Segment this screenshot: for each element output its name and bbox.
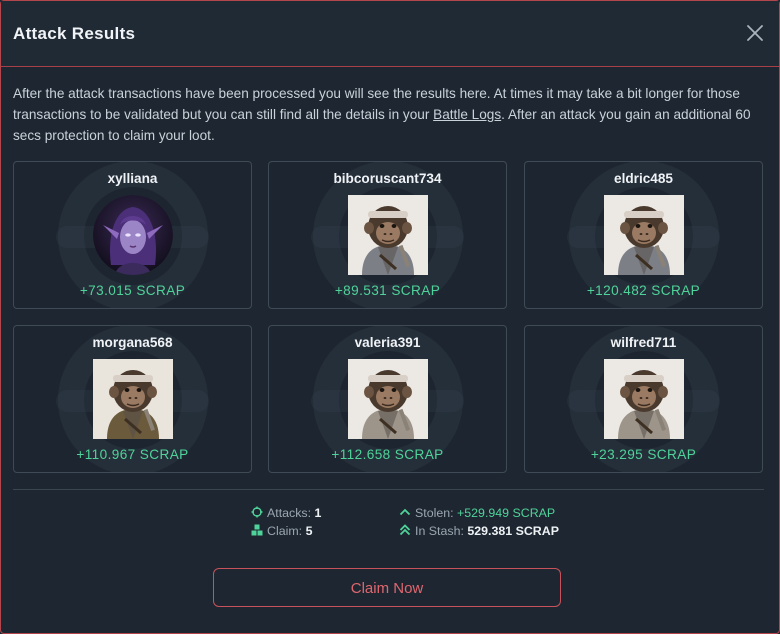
- scrap-gain: +112.658 SCRAP: [331, 447, 444, 462]
- results-description: After the attack transactions have been …: [13, 83, 765, 146]
- attacks-value: 1: [314, 506, 322, 520]
- monkey-avatar: [603, 359, 684, 439]
- result-card: bibcoruscant734 +89.531 SCRAP: [268, 161, 507, 309]
- monkey-avatar: [347, 359, 428, 439]
- player-name: valeria391: [354, 335, 421, 350]
- result-card: valeria391 +112.658 SCRAP: [268, 325, 507, 473]
- player-name: eldric485: [614, 171, 673, 186]
- result-card: wilfred711 +23.295 SCRAP: [524, 325, 763, 473]
- scrap-gain: +23.295 SCRAP: [590, 447, 697, 462]
- scrap-gain: +73.015 SCRAP: [79, 283, 186, 298]
- claim-now-button[interactable]: Claim Now: [213, 568, 561, 607]
- stash-label: In Stash:: [415, 524, 464, 538]
- claim-value: 5: [305, 524, 313, 538]
- attacks-label: Attacks:: [267, 506, 312, 520]
- elf-avatar: [92, 195, 173, 275]
- crosshair-icon: [251, 506, 263, 518]
- stash-value: 529.381 SCRAP: [467, 524, 559, 538]
- boxes-icon: [251, 524, 263, 536]
- stolen-label: Stolen:: [415, 506, 454, 520]
- result-card: xylliana +73.015 SCRAP: [13, 161, 252, 309]
- modal-header: Attack Results: [1, 1, 779, 67]
- result-card: eldric485 +120.482 SCRAP: [524, 161, 763, 309]
- monkey-avatar: [92, 359, 173, 439]
- attacks-stat: Attacks: 1: [251, 506, 321, 524]
- player-name: morgana568: [92, 335, 173, 350]
- player-name: wilfred711: [610, 335, 677, 350]
- stolen-stat: Stolen: +529.949 SCRAP: [399, 506, 555, 524]
- close-icon[interactable]: [745, 23, 765, 43]
- scrap-gain: +89.531 SCRAP: [334, 283, 441, 298]
- attack-results-modal: Attack Results After the attack transact…: [0, 0, 780, 634]
- stats-summary: Attacks: 1 Claim: 5 Stolen: +529.949 SCR…: [1, 506, 780, 546]
- divider: [13, 489, 764, 490]
- claim-label: Claim:: [267, 524, 303, 538]
- result-card: morgana568 +110.967 SCRAP: [13, 325, 252, 473]
- stash-stat: In Stash: 529.381 SCRAP: [399, 524, 559, 542]
- monkey-avatar: [603, 195, 684, 275]
- claim-stat: Claim: 5: [251, 524, 312, 542]
- player-name: xylliana: [107, 171, 158, 186]
- chevron-up-icon: [399, 506, 411, 518]
- modal-title: Attack Results: [13, 24, 136, 43]
- player-name: bibcoruscant734: [333, 171, 442, 186]
- scrap-gain: +120.482 SCRAP: [586, 283, 701, 298]
- double-chevron-up-icon: [399, 524, 411, 536]
- scrap-gain: +110.967 SCRAP: [76, 447, 189, 462]
- battle-logs-link[interactable]: Battle Logs: [433, 107, 501, 122]
- monkey-avatar: [347, 195, 428, 275]
- stolen-value: +529.949 SCRAP: [457, 506, 556, 520]
